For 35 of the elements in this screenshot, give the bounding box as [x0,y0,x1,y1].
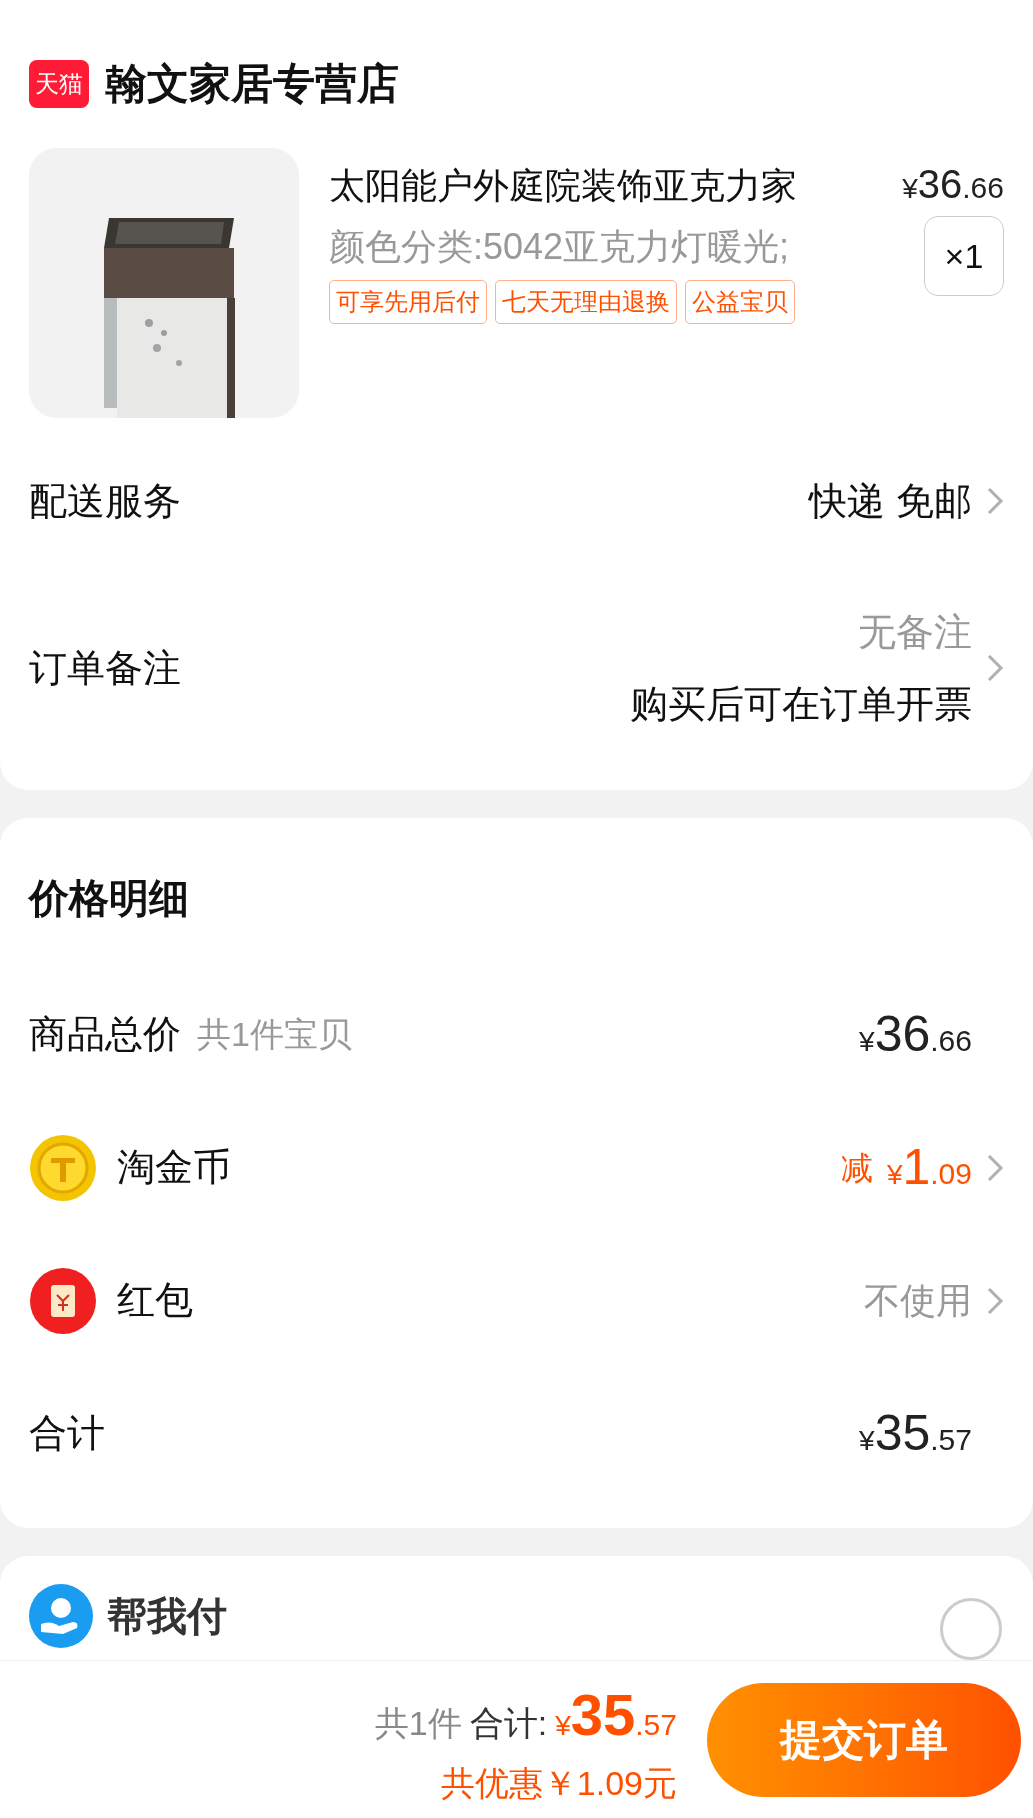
chevron-right-icon [986,1285,1004,1316]
service-tag: 七天无理由退换 [495,280,677,324]
price-row-label: 合计 [29,1411,105,1456]
bottom-total: ¥35.57 [555,1680,677,1749]
discount-summary: 共优惠￥1.09元 [440,1762,677,1804]
product-price: ¥36.66 [902,161,1004,208]
envelope-icon [29,1266,97,1335]
hand-coin-icon [29,1584,93,1648]
price-row-amount: ¥35.57 [859,1404,972,1463]
bottom-count: 共1件 [374,1702,462,1744]
invoice-note: 购买后可在订单开票 [630,682,972,727]
delivery-value[interactable]: 快递 免邮 [809,472,972,530]
quantity-button[interactable]: ×1 [924,216,1004,296]
coin-icon [29,1133,97,1202]
price-row-amount: ¥1.09 [886,1138,972,1197]
price-row-amount: ¥36.66 [859,1005,972,1064]
chevron-right-icon [986,486,1004,516]
price-row-label: 淘金币 [117,1145,231,1190]
product-variant: 颜色分类:5042亚克力灯暖光; [329,225,791,269]
discount-prefix: 减 [840,1148,873,1188]
price-row-label: 商品总价 [29,1012,181,1057]
chevron-right-icon [986,1152,1004,1183]
remark-label: 订单备注 [29,645,181,691]
service-tag: 可享先用后付 [329,280,487,324]
price-row-label: 红包 [117,1278,193,1323]
product-title[interactable]: 太阳能户外庭院装饰亚克力家 [329,159,797,213]
store-name[interactable]: 翰文家居专营店 [105,52,399,115]
service-tag: 公益宝贝 [685,280,795,324]
item-count: 共1件宝贝 [197,1014,352,1055]
price-title: 价格明细 [29,875,190,922]
delivery-label: 配送服务 [29,478,181,524]
bottom-total-label: 合计: [469,1702,548,1744]
store-badge: 天猫 [29,59,89,108]
chevron-right-icon [986,653,1004,683]
help-pay-title: 帮我付 [107,1593,227,1640]
